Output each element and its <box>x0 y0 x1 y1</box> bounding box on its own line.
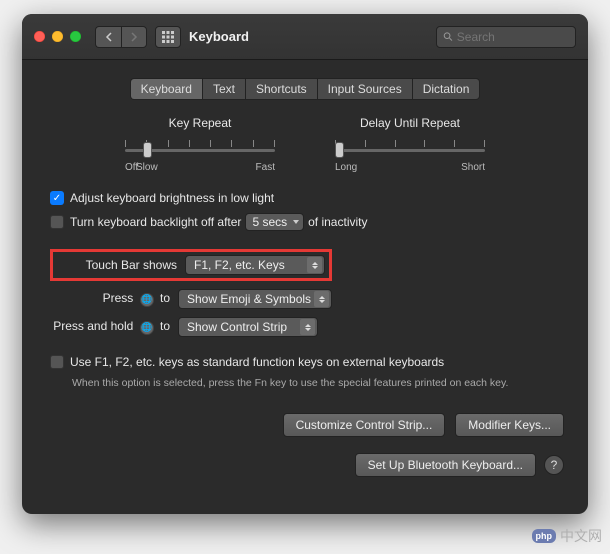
forward-button[interactable] <box>121 26 147 48</box>
backlight-row: Turn keyboard backlight off after 5 secs… <box>50 213 560 231</box>
customize-control-strip-button[interactable]: Customize Control Strip... <box>283 413 446 437</box>
delay-short-label: Short <box>461 162 485 173</box>
preferences-window: Keyboard Keyboard Text Shortcuts Input S… <box>22 14 588 514</box>
backlight-label: Turn keyboard backlight off after <box>70 215 241 229</box>
key-repeat-slider: Key Repeat Off Slow Fast <box>125 116 275 173</box>
press-select[interactable]: Show Emoji & Symbols <box>178 289 332 309</box>
search-field[interactable] <box>436 26 576 48</box>
hold-post: to <box>160 319 170 333</box>
tab-input-sources[interactable]: Input Sources <box>317 78 412 100</box>
php-logo: php <box>532 529 557 543</box>
window-title: Keyboard <box>189 29 249 44</box>
touchbar-highlight: Touch Bar shows F1, F2, etc. Keys <box>50 249 332 281</box>
tab-bar: Keyboard Text Shortcuts Input Sources Di… <box>22 78 588 100</box>
key-repeat-thumb[interactable] <box>143 142 152 158</box>
hold-row: Press and hold 🌐 to Show Control Strip <box>50 317 560 337</box>
brightness-label: Adjust keyboard brightness in low light <box>70 191 274 205</box>
key-repeat-fast-label: Fast <box>256 162 275 173</box>
bluetooth-keyboard-button[interactable]: Set Up Bluetooth Keyboard... <box>355 453 536 477</box>
delay-thumb[interactable] <box>335 142 344 158</box>
delay-slider: Delay Until Repeat Long Short <box>335 116 485 173</box>
tab-keyboard[interactable]: Keyboard <box>130 78 202 100</box>
modifier-keys-button[interactable]: Modifier Keys... <box>455 413 564 437</box>
minimize-icon[interactable] <box>52 31 63 42</box>
touchbar-row: Touch Bar shows F1, F2, etc. Keys <box>50 249 560 281</box>
globe-icon: 🌐 <box>140 293 154 307</box>
hold-select[interactable]: Show Control Strip <box>178 317 318 337</box>
back-button[interactable] <box>95 26 121 48</box>
tab-dictation[interactable]: Dictation <box>412 78 481 100</box>
press-post: to <box>160 291 170 305</box>
sliders-row: Key Repeat Off Slow Fast Delay Until Rep… <box>62 116 548 173</box>
tab-shortcuts[interactable]: Shortcuts <box>245 78 317 100</box>
touchbar-label: Touch Bar shows <box>57 258 177 272</box>
nav-buttons <box>95 26 147 48</box>
search-icon <box>443 31 453 42</box>
backlight-checkbox[interactable] <box>50 215 64 229</box>
fn-label: Use F1, F2, etc. keys as standard functi… <box>70 355 444 369</box>
press-pre: Press <box>103 291 134 305</box>
touchbar-select[interactable]: F1, F2, etc. Keys <box>185 255 325 275</box>
backlight-timeout-select[interactable]: 5 secs <box>245 213 304 231</box>
traffic-lights <box>34 31 81 42</box>
key-repeat-title: Key Repeat <box>169 116 232 130</box>
press-row: Press 🌐 to Show Emoji & Symbols <box>50 289 560 309</box>
titlebar: Keyboard <box>22 14 588 60</box>
delay-long-label: Long <box>335 162 357 173</box>
show-all-button[interactable] <box>155 26 181 48</box>
settings-fields: ✓ Adjust keyboard brightness in low ligh… <box>22 191 588 391</box>
delay-track[interactable] <box>335 140 485 160</box>
tab-text[interactable]: Text <box>202 78 245 100</box>
key-repeat-track[interactable] <box>125 140 275 160</box>
watermark: php 中文网 <box>532 526 603 546</box>
brightness-row: ✓ Adjust keyboard brightness in low ligh… <box>50 191 560 205</box>
key-repeat-slow-label: Slow <box>136 162 158 173</box>
watermark-text: 中文网 <box>560 526 602 546</box>
fn-help-text: When this option is selected, press the … <box>72 377 560 391</box>
fn-row: Use F1, F2, etc. keys as standard functi… <box>50 355 560 369</box>
button-row: Customize Control Strip... Modifier Keys… <box>22 403 588 437</box>
zoom-icon[interactable] <box>70 31 81 42</box>
globe-icon-2: 🌐 <box>140 321 154 335</box>
brightness-checkbox[interactable]: ✓ <box>50 191 64 205</box>
search-input[interactable] <box>457 30 569 44</box>
footer-row: Set Up Bluetooth Keyboard... ? <box>22 437 588 477</box>
backlight-suffix: of inactivity <box>308 215 367 229</box>
help-button[interactable]: ? <box>544 455 564 475</box>
hold-pre: Press and hold <box>53 319 133 333</box>
delay-title: Delay Until Repeat <box>360 116 460 130</box>
fn-checkbox[interactable] <box>50 355 64 369</box>
close-icon[interactable] <box>34 31 45 42</box>
